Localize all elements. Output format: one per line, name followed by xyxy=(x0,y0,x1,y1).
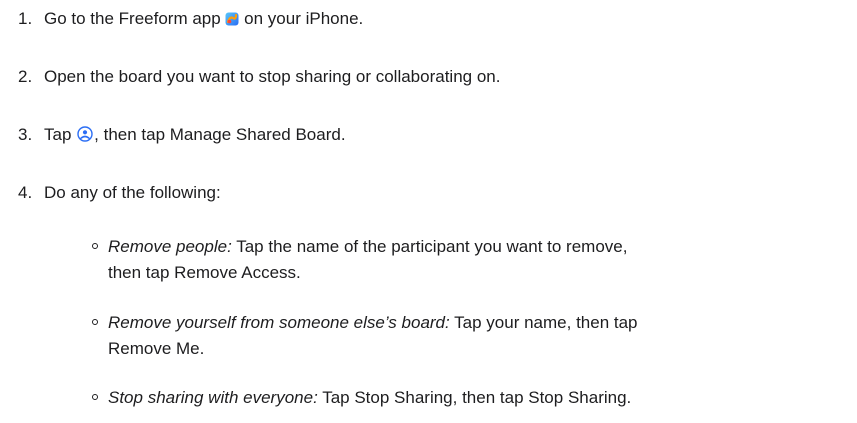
step-text: Go to the Freeform app xyxy=(44,9,221,28)
bullet-circle xyxy=(92,319,98,325)
option-remove-yourself: Remove yourself from someone else’s boar… xyxy=(92,310,848,362)
step-number: 4. xyxy=(18,183,33,202)
step-text-after: , then tap Manage Shared Board. xyxy=(94,125,346,144)
option-text-cont: Remove Me. xyxy=(108,339,205,358)
bullet-circle xyxy=(92,394,98,400)
option-remove-people: Remove people: Tap the name of the parti… xyxy=(92,234,848,286)
step-text: Do any of the following: xyxy=(44,183,221,202)
step-text-after: on your iPhone. xyxy=(239,9,364,28)
step-4: 4. Do any of the following: xyxy=(18,181,221,205)
freeform-app-icon xyxy=(225,9,239,33)
option-text: Tap your name, then tap xyxy=(449,313,638,332)
option-text: Tap Stop Sharing, then tap Stop Sharing. xyxy=(317,388,632,407)
option-text-cont: then tap Remove Access. xyxy=(108,263,301,282)
collaboration-icon xyxy=(76,125,94,149)
step-1: 1. Go to the Freeform app on your iPhone. xyxy=(18,7,363,33)
option-stop-sharing: Stop sharing with everyone: Tap Stop Sha… xyxy=(92,385,848,411)
step-number: 1. xyxy=(18,9,33,28)
step-text: Open the board you want to stop sharing … xyxy=(44,67,501,86)
option-text: Tap the name of the participant you want… xyxy=(231,237,628,256)
step-number: 3. xyxy=(18,125,33,144)
option-label: Stop sharing with everyone: xyxy=(108,388,318,407)
step-text: Tap xyxy=(44,125,72,144)
step-number: 2. xyxy=(18,67,33,86)
option-label: Remove people: xyxy=(108,237,232,256)
step-3: 3. Tap , then tap Manage Shared Board. xyxy=(18,123,346,149)
bullet-circle xyxy=(92,243,98,249)
option-label: Remove yourself from someone else’s boar… xyxy=(108,313,450,332)
step-2: 2. Open the board you want to stop sharin… xyxy=(18,65,500,89)
